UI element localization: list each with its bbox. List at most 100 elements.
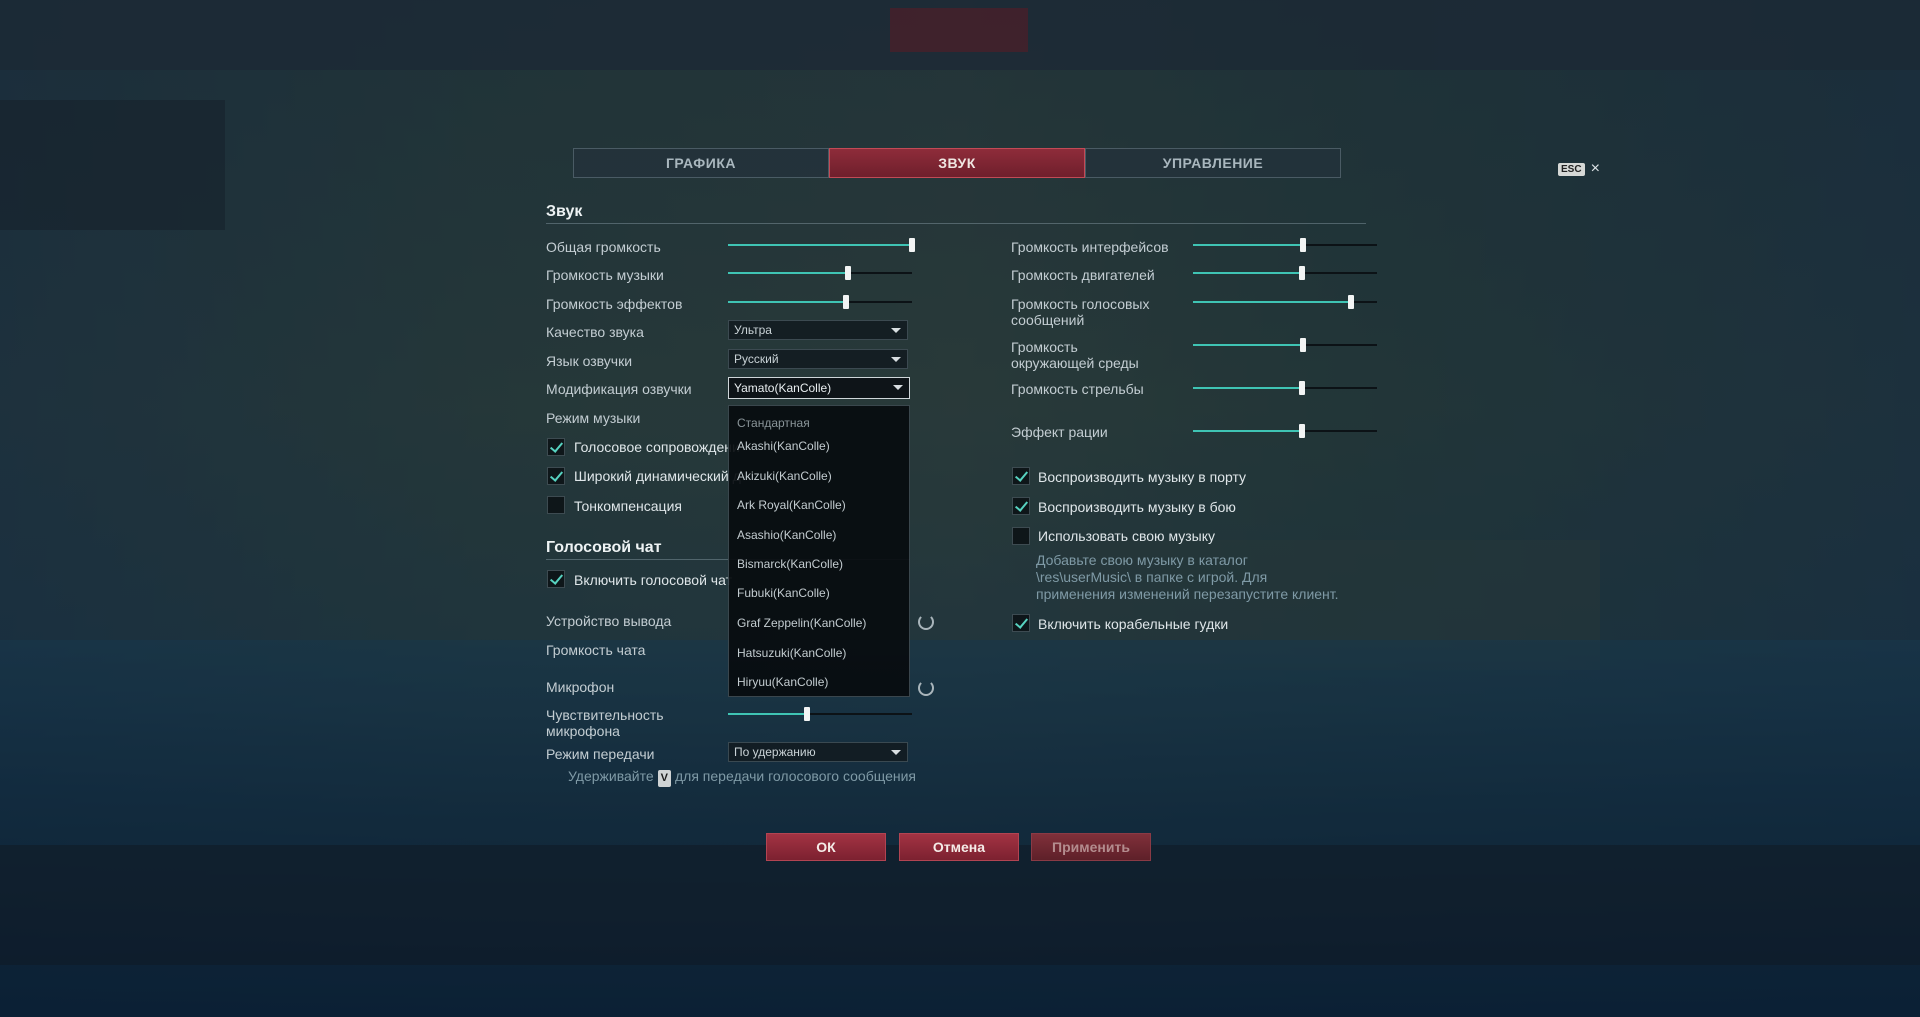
custom-music-checkbox[interactable] xyxy=(1012,527,1030,545)
chat-volume-label: Громкость чата xyxy=(546,642,646,658)
music-volume-label: Громкость музыки xyxy=(546,267,664,283)
mic-sensitivity-label: Чувствительность микрофона xyxy=(546,707,664,739)
section-divider xyxy=(546,223,1366,224)
slider-fill xyxy=(728,244,912,246)
shooting-volume-slider[interactable] xyxy=(1193,381,1377,395)
tab-sound[interactable]: ЗВУК xyxy=(829,148,1085,178)
music-mode-label: Режим музыки xyxy=(546,410,641,426)
v-key-icon: V xyxy=(657,770,671,787)
hint-text-before: Удерживайте xyxy=(568,768,654,784)
slider-fill xyxy=(1193,301,1352,303)
music-in-port-checkbox[interactable] xyxy=(1012,467,1030,485)
ship-horns-label: Включить корабельные гудки xyxy=(1038,616,1229,632)
slider-thumb[interactable] xyxy=(1348,295,1355,309)
master-volume-label: Общая громкость xyxy=(546,239,661,255)
hint-text-after: для передачи голосового сообщения xyxy=(675,768,916,784)
sound-quality-value: Ультра xyxy=(734,323,772,337)
sound-quality-select[interactable]: Ультра xyxy=(728,320,908,340)
voice-messages-volume-slider[interactable] xyxy=(1193,295,1377,309)
voice-accompaniment-label: Голосовое сопровождени xyxy=(574,439,740,455)
voice-messages-volume-label: Громкость голосовых сообщений xyxy=(1011,296,1150,328)
shooting-volume-label: Громкость стрельбы xyxy=(1011,381,1144,397)
sound-section-title: Звук xyxy=(546,203,583,220)
transmission-mode-label: Режим передачи xyxy=(546,746,655,762)
dropdown-option[interactable]: Akizuki(KanColle) xyxy=(737,469,832,483)
slider-thumb[interactable] xyxy=(1300,238,1307,252)
refresh-icon[interactable] xyxy=(918,614,934,630)
slider-fill xyxy=(1193,272,1302,274)
effects-volume-label: Громкость эффектов xyxy=(546,296,683,312)
custom-music-label: Использовать свою музыку xyxy=(1038,528,1215,544)
slider-thumb[interactable] xyxy=(844,266,851,280)
slider-thumb[interactable] xyxy=(1298,424,1305,438)
effects-volume-slider[interactable] xyxy=(728,295,912,309)
sound-quality-label: Качество звука xyxy=(546,324,644,340)
radio-effect-label: Эффект рации xyxy=(1011,424,1108,440)
chevron-down-icon xyxy=(891,328,901,333)
tab-controls[interactable]: УПРАВЛЕНИЕ xyxy=(1085,148,1341,178)
voice-mod-value: Yamato(KanColle) xyxy=(734,381,832,395)
interface-volume-slider[interactable] xyxy=(1193,238,1377,252)
slider-fill xyxy=(1193,344,1304,346)
settings-tabs: ГРАФИКА ЗВУК УПРАВЛЕНИЕ xyxy=(573,148,1341,178)
ok-button[interactable]: ОК xyxy=(766,833,886,861)
chevron-down-icon xyxy=(893,385,903,390)
engine-volume-label: Громкость двигателей xyxy=(1011,267,1155,283)
dropdown-option[interactable]: Asashio(KanColle) xyxy=(737,528,836,542)
chevron-down-icon xyxy=(891,357,901,362)
refresh-icon[interactable] xyxy=(918,680,934,696)
tone-compensation-label: Тонкомпенсация xyxy=(574,498,682,514)
slider-fill xyxy=(1193,430,1302,432)
wide-dynamic-range-checkbox[interactable] xyxy=(547,467,565,485)
slider-thumb[interactable] xyxy=(909,238,915,252)
transmission-mode-value: По удержанию xyxy=(734,745,816,759)
enable-voice-chat-checkbox[interactable] xyxy=(547,570,565,588)
master-volume-slider[interactable] xyxy=(728,238,915,252)
close-button[interactable]: ESC × xyxy=(1558,160,1600,178)
ship-horns-checkbox[interactable] xyxy=(1012,614,1030,632)
dropdown-option[interactable]: Hatsuzuki(KanColle) xyxy=(737,646,846,660)
tone-compensation-checkbox[interactable] xyxy=(547,496,565,514)
mic-sensitivity-slider[interactable] xyxy=(728,707,912,721)
push-to-talk-hint: Удерживайте Vдля передачи голосового сооб… xyxy=(568,768,916,787)
esc-key-icon: ESC xyxy=(1558,162,1585,176)
dropdown-option[interactable]: Hiryuu(KanColle) xyxy=(737,675,828,689)
close-icon[interactable]: × xyxy=(1591,160,1600,178)
voice-language-select[interactable]: Русский xyxy=(728,349,908,369)
slider-thumb[interactable] xyxy=(1298,381,1305,395)
music-in-battle-checkbox[interactable] xyxy=(1012,497,1030,515)
dropdown-option[interactable]: Bismarck(KanColle) xyxy=(737,557,843,571)
slider-thumb[interactable] xyxy=(842,295,849,309)
dropdown-option[interactable]: Ark Royal(KanColle) xyxy=(737,498,846,512)
slider-thumb[interactable] xyxy=(1300,338,1307,352)
dropdown-option[interactable]: Graf Zeppelin(KanColle) xyxy=(737,616,866,630)
apply-button[interactable]: Применить xyxy=(1031,833,1151,861)
slider-thumb[interactable] xyxy=(1298,266,1305,280)
dropdown-option[interactable]: Akashi(KanColle) xyxy=(737,439,830,453)
music-volume-slider[interactable] xyxy=(728,266,912,280)
ambient-volume-label: Громкость окружающей среды xyxy=(1011,339,1139,371)
voice-accompaniment-checkbox[interactable] xyxy=(547,438,565,456)
voice-chat-section-title: Голосовой чат xyxy=(546,539,662,556)
slider-fill xyxy=(1193,387,1302,389)
transmission-mode-select[interactable]: По удержанию xyxy=(728,742,908,762)
slider-fill xyxy=(728,713,808,715)
voice-mod-select[interactable]: Yamato(KanColle) xyxy=(728,377,910,399)
ambient-volume-slider[interactable] xyxy=(1193,338,1377,352)
voice-language-value: Русский xyxy=(734,352,779,366)
music-in-battle-label: Воспроизводить музыку в бою xyxy=(1038,499,1236,515)
enable-voice-chat-label: Включить голосовой чат xyxy=(574,572,732,588)
dropdown-option[interactable]: Fubuki(KanColle) xyxy=(737,586,830,600)
cancel-button[interactable]: Отмена xyxy=(899,833,1019,861)
radio-effect-slider[interactable] xyxy=(1193,424,1377,438)
chevron-down-icon xyxy=(891,750,901,755)
dropdown-option[interactable]: Стандартная xyxy=(737,416,810,430)
voice-language-label: Язык озвучки xyxy=(546,353,633,369)
slider-thumb[interactable] xyxy=(804,707,811,721)
voice-mod-label: Модификация озвучки xyxy=(546,381,692,397)
slider-fill xyxy=(1193,244,1304,246)
wide-dynamic-range-label: Широкий динамический д xyxy=(574,468,741,484)
output-device-label: Устройство вывода xyxy=(546,613,672,629)
tab-graphics[interactable]: ГРАФИКА xyxy=(573,148,829,178)
engine-volume-slider[interactable] xyxy=(1193,266,1377,280)
